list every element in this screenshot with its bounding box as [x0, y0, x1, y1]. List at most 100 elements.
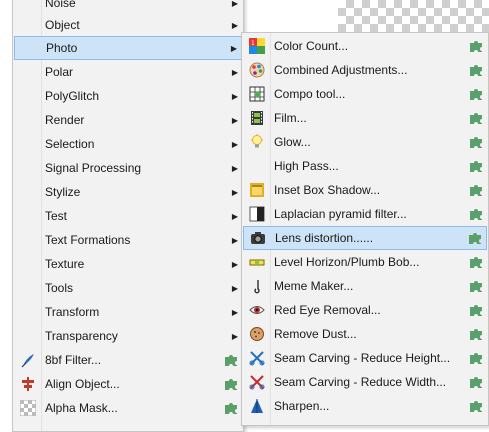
menu-item-alpha-mask[interactable]: Alpha Mask...	[14, 396, 242, 420]
menu-item-laplacian-pyramid-filter[interactable]: Laplacian pyramid filter...	[243, 202, 487, 226]
menu-item-test[interactable]: Test ▶	[14, 204, 242, 228]
menu-item-meme-maker[interactable]: Meme Maker...	[243, 274, 487, 298]
light-bulb-icon	[243, 130, 271, 154]
submenu-arrow-icon: ▶	[231, 211, 239, 221]
plugin-icon	[465, 327, 487, 341]
plugin-icon	[465, 255, 487, 269]
menu-item-photo[interactable]: Photo ▶	[14, 36, 242, 60]
menu-item-label: Sharpen...	[274, 399, 330, 413]
menu-item-label: Photo	[46, 41, 78, 55]
align-icon	[14, 372, 42, 396]
submenu-arrow-icon: ▶	[231, 91, 239, 101]
submenu-arrow-icon: ▶	[231, 163, 239, 173]
menu-item-transform[interactable]: Transform ▶	[14, 300, 242, 324]
menu-item-lens-distortion[interactable]: Lens distortion......	[243, 226, 487, 250]
plugin-icon	[465, 135, 487, 149]
submenu-arrow-icon: ▶	[231, 139, 239, 149]
palette-icon	[243, 58, 271, 82]
menu-item-texture[interactable]: Texture ▶	[14, 252, 242, 276]
menu-item-transparency[interactable]: Transparency ▶	[14, 324, 242, 348]
effects-submenu: Noise ▶ Object ▶ Photo ▶ Polar ▶ PolyGli…	[12, 0, 244, 432]
menu-item-label: Stylize	[45, 185, 81, 199]
seam-width-icon	[243, 370, 271, 394]
level-icon	[243, 250, 271, 274]
menu-item-stylize[interactable]: Stylize ▶	[14, 180, 242, 204]
plugin-icon	[465, 183, 487, 197]
menu-item-label: Transparency	[45, 329, 118, 343]
menu-item-compo-tool[interactable]: Compo tool...	[243, 82, 487, 106]
menu-item-label: Signal Processing	[45, 161, 142, 175]
menu-item-label: Seam Carving - Reduce Height...	[274, 351, 451, 365]
menu-item-sharpen[interactable]: Sharpen...	[243, 394, 487, 418]
menu-item-seam-carving-height[interactable]: Seam Carving - Reduce Height...	[243, 346, 487, 370]
plugin-icon	[465, 375, 487, 389]
menu-item-remove-dust[interactable]: Remove Dust...	[243, 322, 487, 346]
plugin-icon	[464, 231, 486, 245]
menu-item-signal-processing[interactable]: Signal Processing ▶	[14, 156, 242, 180]
camera-icon	[244, 226, 272, 250]
menu-item-red-eye-removal[interactable]: Red Eye Removal...	[243, 298, 487, 322]
menu-item-label: Render	[45, 113, 85, 127]
submenu-arrow-icon: ▶	[231, 115, 239, 125]
photo-submenu: 1 Color Count... Combined Adjustments...…	[241, 32, 489, 426]
feather-icon	[14, 348, 42, 372]
menu-item-label: Laplacian pyramid filter...	[274, 207, 407, 221]
plugin-icon	[465, 279, 487, 293]
menu-item-align-object[interactable]: Align Object...	[14, 372, 242, 396]
menu-item-label: Remove Dust...	[274, 327, 357, 341]
menu-item-label: Compo tool...	[274, 87, 346, 101]
menu-item-inset-box-shadow[interactable]: Inset Box Shadow...	[243, 178, 487, 202]
plugin-icon	[465, 111, 487, 125]
menu-item-selection[interactable]: Selection ▶	[14, 132, 242, 156]
menu-item-label: Combined Adjustments...	[274, 63, 408, 77]
menu-item-tools[interactable]: Tools ▶	[14, 276, 242, 300]
menu-item-text-formations[interactable]: Text Formations ▶	[14, 228, 242, 252]
menu-item-combined-adjustments[interactable]: Combined Adjustments...	[243, 58, 487, 82]
menu-item-polyglitch[interactable]: PolyGlitch ▶	[14, 84, 242, 108]
plugin-icon	[220, 401, 242, 415]
compo-tool-icon	[243, 82, 271, 106]
sharpen-icon	[243, 394, 271, 418]
plugin-icon	[465, 87, 487, 101]
menu-item-label: Polar	[45, 65, 74, 79]
menu-item-render[interactable]: Render ▶	[14, 108, 242, 132]
plugin-icon	[465, 303, 487, 317]
menu-item-label: Color Count...	[274, 39, 349, 53]
submenu-arrow-icon: ▶	[231, 283, 239, 293]
color-count-icon: 1	[243, 34, 271, 58]
submenu-arrow-icon: ▶	[231, 307, 239, 317]
inset-shadow-icon	[243, 178, 271, 202]
menu-item-label: 8bf Filter...	[45, 353, 102, 367]
menu-item-label: Align Object...	[45, 377, 120, 391]
menu-item-label: Test	[45, 209, 68, 223]
menu-item-label: Tools	[45, 281, 74, 295]
menu-item-high-pass[interactable]: High Pass...	[243, 154, 487, 178]
plugin-icon	[465, 63, 487, 77]
menu-item-glow[interactable]: Glow...	[243, 130, 487, 154]
menu-item-object[interactable]: Object ▶	[14, 13, 242, 37]
menu-item-label: PolyGlitch	[45, 89, 100, 103]
menu-item-film[interactable]: Film...	[243, 106, 487, 130]
plugin-icon	[220, 377, 242, 391]
menu-item-label: Selection	[45, 137, 95, 151]
plugin-icon	[465, 159, 487, 173]
submenu-arrow-icon: ▶	[231, 20, 239, 30]
seam-height-icon	[243, 346, 271, 370]
checkerboard-icon	[14, 396, 42, 420]
submenu-arrow-icon: ▶	[230, 43, 238, 53]
plugin-icon	[465, 351, 487, 365]
menu-item-seam-carving-width[interactable]: Seam Carving - Reduce Width...	[243, 370, 487, 394]
film-strip-icon	[243, 106, 271, 130]
menu-item-label: Noise	[45, 0, 76, 10]
menu-item-label: Object	[45, 18, 80, 32]
menu-item-8bf-filter[interactable]: 8bf Filter...	[14, 348, 242, 372]
submenu-arrow-icon: ▶	[231, 331, 239, 341]
svg-text:1: 1	[251, 40, 255, 47]
menu-item-color-count[interactable]: 1 Color Count...	[243, 34, 487, 58]
menu-item-polar[interactable]: Polar ▶	[14, 60, 242, 84]
menu-item-label: Level Horizon/Plumb Bob...	[274, 255, 420, 269]
menu-item-label: Film...	[274, 111, 307, 125]
menu-item-level-horizon[interactable]: Level Horizon/Plumb Bob...	[243, 250, 487, 274]
menu-item-label: Text Formations	[45, 233, 131, 247]
plugin-icon	[465, 207, 487, 221]
